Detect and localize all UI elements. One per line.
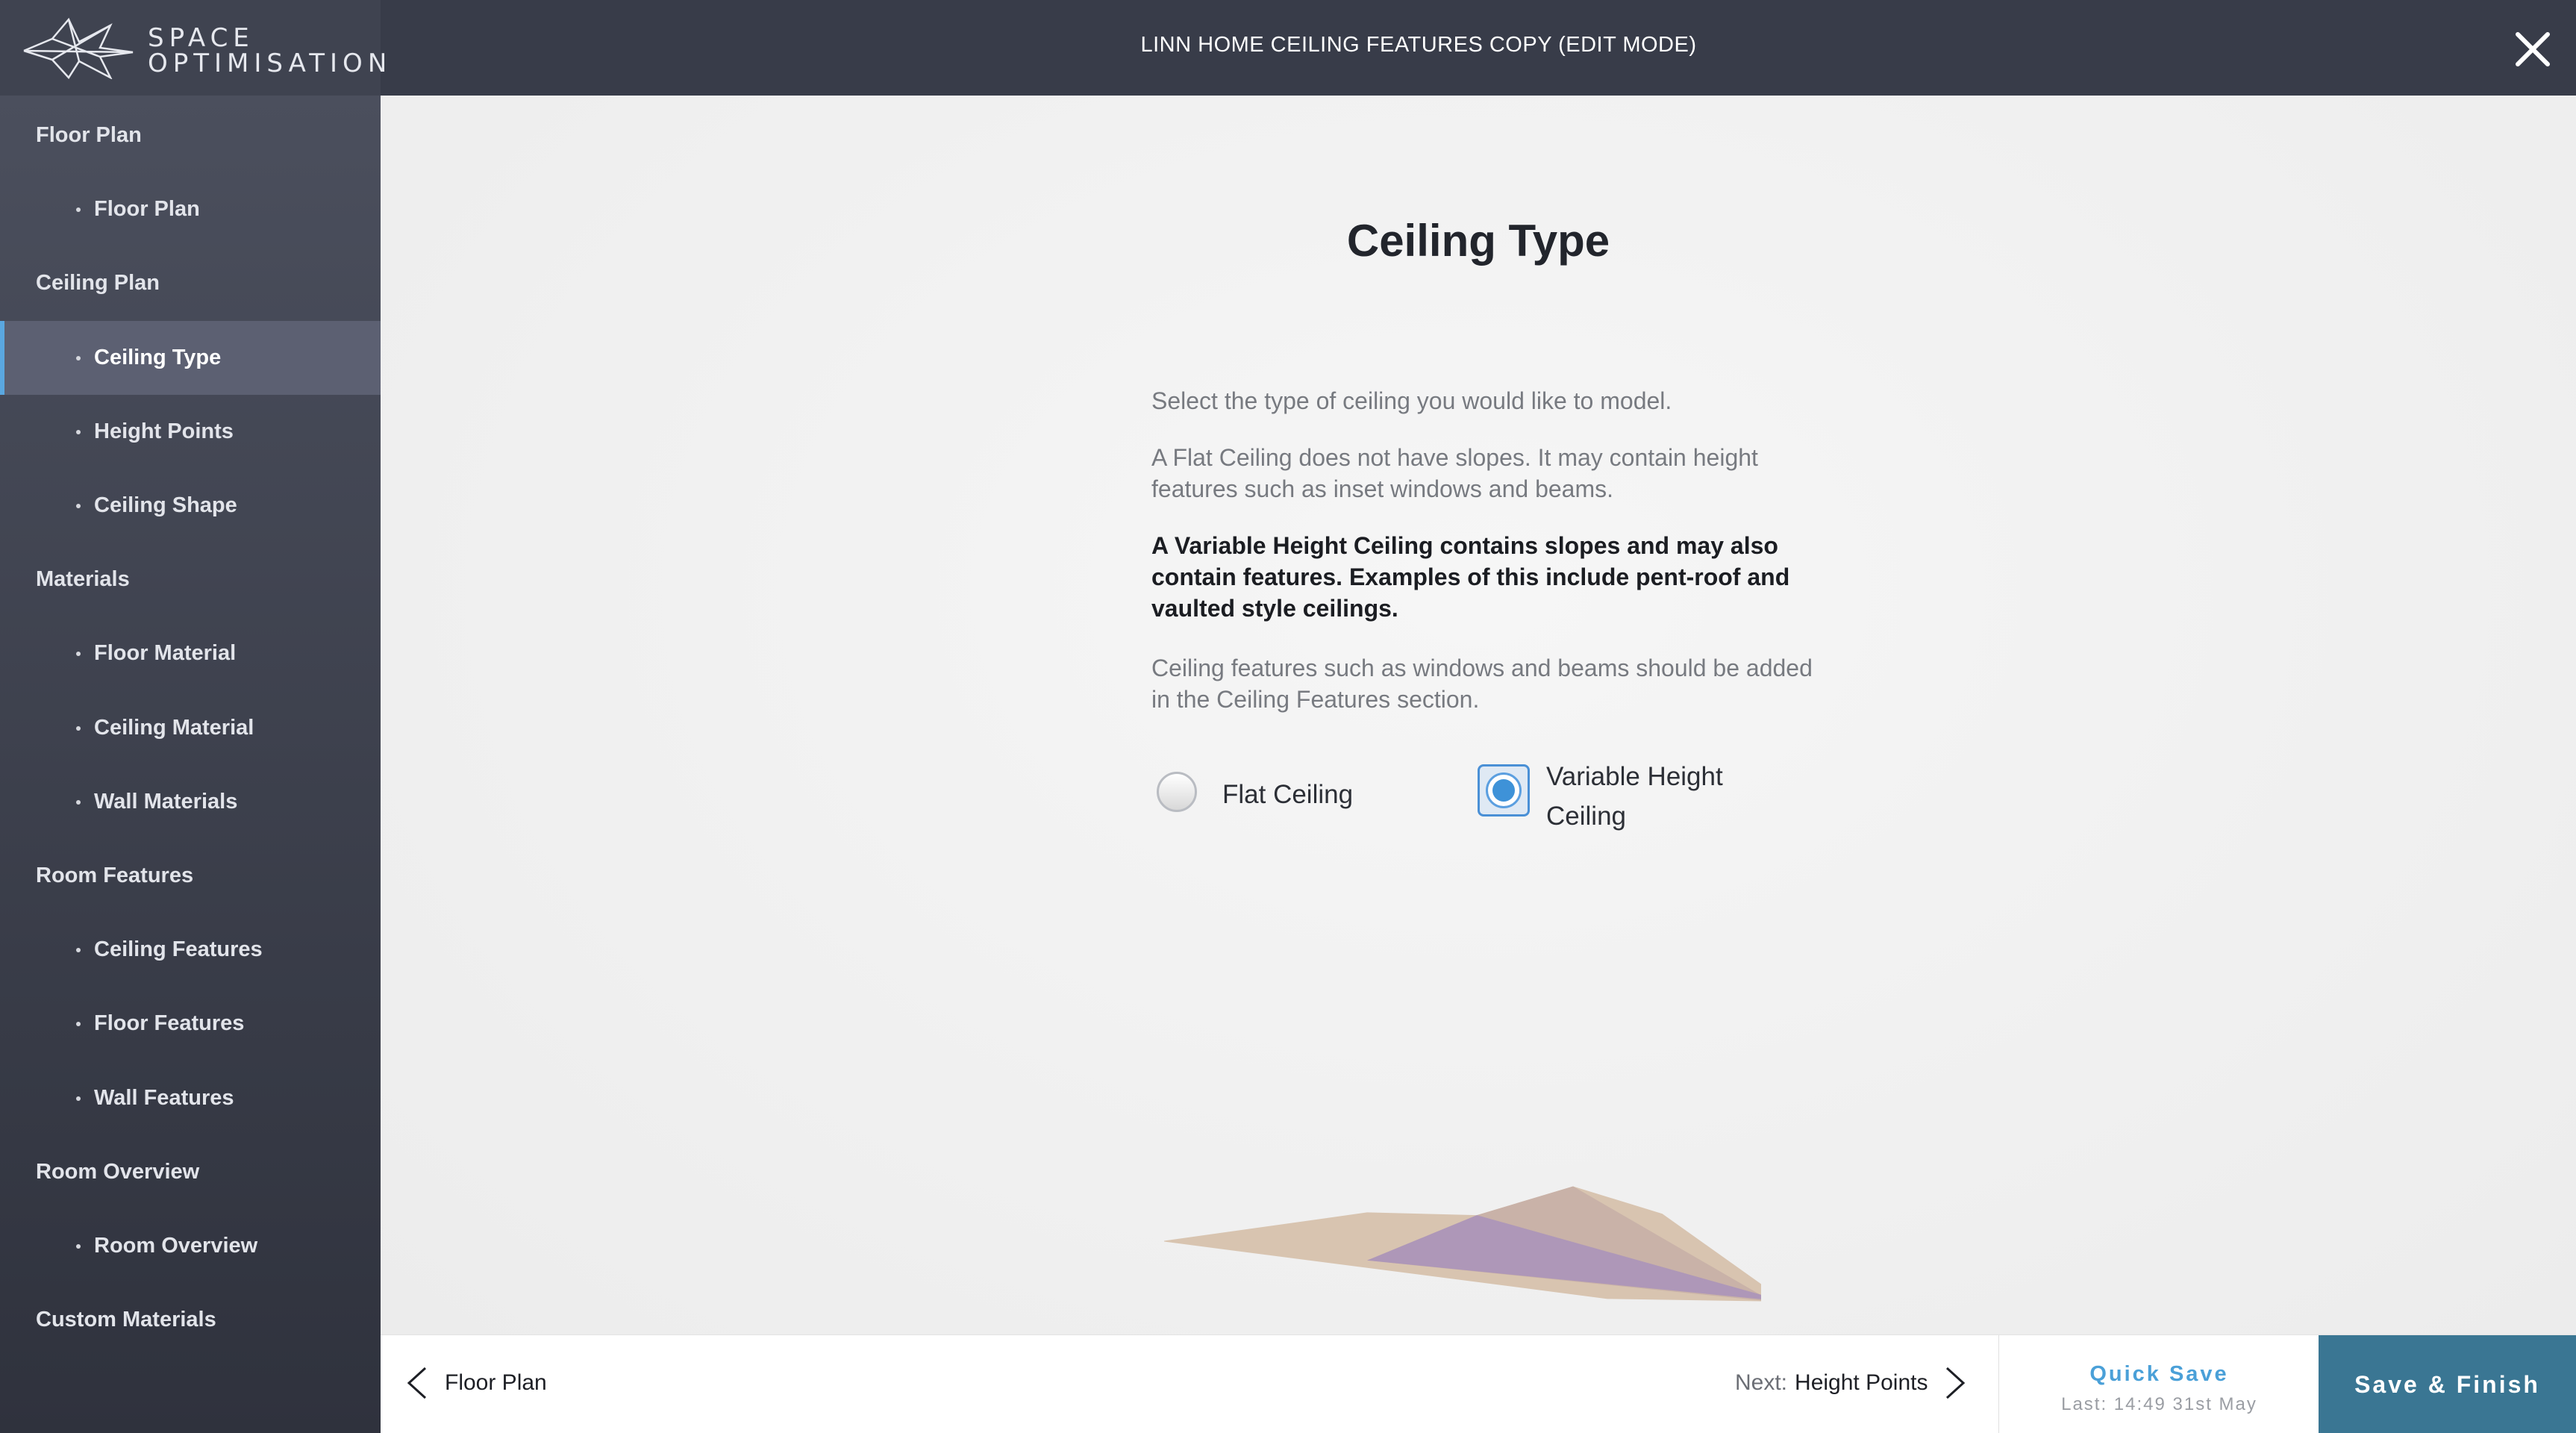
quick-save-label: Quick Save	[2089, 1362, 2229, 1386]
sidebar-item-label: Materials	[36, 567, 130, 592]
bullet-icon	[76, 1022, 81, 1027]
sidebar-item-label: Wall Features	[94, 1085, 234, 1110]
variable-ceiling-description: A Variable Height Ceiling contains slope…	[1151, 532, 1790, 622]
variable-ceiling-label-line1: Variable Height	[1546, 762, 1723, 791]
logo-text: SPACE OPTIMISATION	[148, 25, 392, 76]
close-icon[interactable]	[2512, 28, 2554, 70]
bullet-icon	[76, 725, 81, 731]
flat-ceiling-description: A Flat Ceiling does not have slopes. It …	[1151, 444, 1758, 502]
sidebar-item-floor-plan[interactable]: Floor Plan	[0, 172, 381, 246]
sidebar-item-height-points[interactable]: Height Points	[0, 395, 381, 469]
logo-line-2: OPTIMISATION	[148, 49, 393, 78]
ceiling-3d-preview	[1164, 1186, 1761, 1302]
logo-star-icon	[23, 17, 134, 79]
sidebar-item-ceiling-shape[interactable]: Ceiling Shape	[0, 469, 381, 543]
sidebar-item-ceiling-type[interactable]: Ceiling Type	[0, 320, 381, 395]
bullet-icon	[76, 799, 81, 805]
bullet-icon	[76, 1096, 81, 1101]
previous-step-button[interactable]: Floor Plan	[403, 1365, 547, 1401]
sidebar-item-floor-features[interactable]: Floor Features	[0, 987, 381, 1061]
sidebar-item-floor-material[interactable]: Floor Material	[0, 616, 381, 690]
save-and-finish-button[interactable]: Save & Finish	[2319, 1335, 2576, 1433]
top-bar: SPACE OPTIMISATION LINN HOME CEILING FEA…	[0, 0, 2576, 96]
sidebar-section-ceiling-plan[interactable]: Ceiling Plan	[0, 246, 381, 320]
sidebar-item-label: Ceiling Plan	[36, 271, 160, 296]
sidebar-item-label: Ceiling Shape	[94, 493, 237, 517]
sidebar-item-label: Custom Materials	[36, 1308, 216, 1332]
sidebar-section-floor-plan[interactable]: Floor Plan	[0, 99, 381, 172]
sidebar-item-wall-materials[interactable]: Wall Materials	[0, 765, 381, 839]
bullet-icon	[76, 652, 81, 657]
bullet-icon	[76, 355, 81, 360]
intro-text: Select the type of ceiling you would lik…	[1151, 387, 1672, 414]
variable-height-ceiling-option[interactable]: Variable Height Ceiling	[1478, 762, 1723, 836]
sidebar-item-label: Ceiling Features	[94, 937, 263, 962]
sidebar-item-label: Floor Plan	[36, 123, 142, 147]
bullet-icon	[76, 207, 81, 213]
page-heading: Ceiling Type	[1346, 216, 1610, 266]
sidebar-section-room-features[interactable]: Room Features	[0, 839, 381, 913]
sidebar-item-label: Room Overview	[94, 1234, 258, 1258]
sidebar-item-ceiling-features[interactable]: Ceiling Features	[0, 913, 381, 987]
logo: SPACE OPTIMISATION	[0, 0, 387, 96]
sidebar-item-room-overview[interactable]: Room Overview	[0, 1209, 381, 1283]
page-title: LINN HOME CEILING FEATURES COPY (EDIT MO…	[1140, 33, 1697, 57]
flat-ceiling-label: Flat Ceiling	[1222, 780, 1354, 809]
quick-save-button[interactable]: Quick Save Last: 14:49 31st May	[1998, 1335, 2319, 1433]
variable-ceiling-label-line2: Ceiling	[1546, 802, 1626, 831]
bullet-icon	[76, 948, 81, 953]
last-saved-text: Last: 14:49 31st May	[2061, 1394, 2257, 1414]
features-note: Ceiling features such as windows and bea…	[1151, 655, 1813, 713]
logo-line-1: SPACE	[148, 23, 254, 53]
bullet-icon	[76, 429, 81, 434]
chevron-left-icon	[407, 1367, 427, 1399]
next-step-label: Height Points	[1795, 1370, 1928, 1395]
sidebar-item-label: Floor Plan	[94, 197, 200, 222]
sidebar-section-custom-materials[interactable]: Custom Materials	[0, 1283, 381, 1357]
variable-height-ceiling-radio[interactable]	[1478, 764, 1530, 817]
sidebar-item-label: Floor Features	[94, 1011, 245, 1036]
main-content: Ceiling Type Select the type of ceiling …	[381, 96, 2576, 1334]
sidebar-item-ceiling-material[interactable]: Ceiling Material	[0, 691, 381, 765]
sidebar-section-room-overview[interactable]: Room Overview	[0, 1135, 381, 1209]
flat-ceiling-option[interactable]: Flat Ceiling	[1157, 772, 1353, 814]
sidebar-item-label: Wall Materials	[94, 789, 238, 814]
sidebar-item-label: Ceiling Material	[94, 715, 254, 740]
bullet-icon	[76, 1244, 81, 1249]
sidebar-item-label: Height Points	[94, 419, 234, 443]
sidebar-section-materials[interactable]: Materials	[0, 543, 381, 616]
sidebar-item-label: Ceiling Type	[94, 345, 222, 369]
sidebar-item-label: Floor Material	[94, 641, 237, 666]
previous-step-label: Floor Plan	[445, 1370, 547, 1395]
sidebar-item-label: Room Features	[36, 864, 194, 887]
footer-bar: Floor Plan Next: Height Points Quick Sav…	[381, 1334, 2576, 1433]
sidebar-item-wall-features[interactable]: Wall Features	[0, 1061, 381, 1135]
bullet-icon	[76, 504, 81, 508]
chevron-right-icon	[1946, 1367, 1966, 1399]
sidebar: Floor Plan Floor Plan Ceiling Plan Ceiling …	[0, 96, 381, 1433]
sidebar-item-label: Room Overview	[36, 1159, 200, 1184]
flat-ceiling-radio[interactable]	[1157, 772, 1197, 812]
next-prefix: Next:	[1735, 1370, 1788, 1395]
next-step-button[interactable]: Next: Height Points	[1735, 1365, 1969, 1401]
